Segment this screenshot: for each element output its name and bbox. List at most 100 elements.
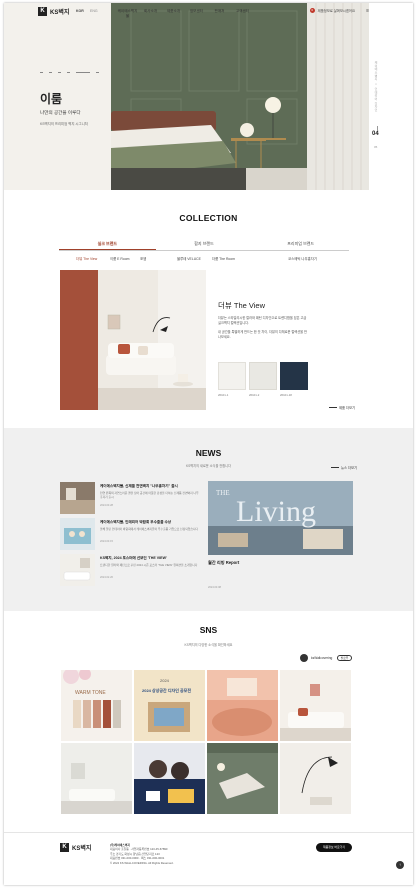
logo-mark-icon: K bbox=[38, 7, 47, 16]
swatch-3[interactable] bbox=[280, 362, 308, 390]
site-logo[interactable]: K KS벽지 bbox=[38, 7, 69, 16]
collection-desc-2: 내 공간을 특별하게 만드는 한 끗 차이, 더뷰의 다채로운 컬렉션을 만나보… bbox=[218, 329, 307, 340]
sns-tile[interactable] bbox=[61, 743, 132, 814]
tile-warm-tone: WARM TONE bbox=[75, 690, 106, 696]
arrow-right-icon bbox=[329, 407, 337, 408]
nav-item-info[interactable]: 정보센터 bbox=[185, 9, 208, 19]
hero-subtitle: 나만의 공간을 이루다 bbox=[40, 110, 81, 115]
collection-desc-1: 더뷰는 스타일리시한 컬러와 패턴 디자인으로 트렌디함을 담은 고급 실크벽지… bbox=[218, 316, 307, 326]
footer-logo-mark-icon: K bbox=[60, 843, 69, 852]
follow-button[interactable]: 팔로우 bbox=[337, 655, 352, 661]
hero-page-total: 05 bbox=[374, 145, 378, 149]
news-item-date: 2024.03.15 bbox=[100, 540, 113, 543]
swatch-label-2: 26101-2 bbox=[249, 393, 260, 397]
hero-title: 이룸 bbox=[40, 92, 63, 106]
menu-icon[interactable]: ≡ bbox=[366, 8, 369, 14]
subtab-veluce[interactable]: 블루테 VELUCE bbox=[177, 256, 201, 261]
tab-hapji[interactable]: 합지 브랜드 bbox=[156, 239, 253, 250]
news-item-date: 2024.03.28 bbox=[100, 504, 113, 507]
news-item-title: 케이에스벽지몰, 인테리어 박람회 우수출품 수상 bbox=[100, 520, 172, 524]
swatch-2[interactable] bbox=[249, 362, 277, 390]
news-item[interactable]: 케이에스벽지몰, 인테리어 박람회 우수출품 수상 올해 열린 인테리어 박람회… bbox=[60, 518, 200, 552]
footer-company: (주)케이에스벽지 bbox=[110, 843, 130, 847]
nav-item-products[interactable]: 제품소개 bbox=[162, 9, 185, 19]
sns-tile[interactable] bbox=[280, 670, 351, 741]
news-item-date: 2024.02.26 bbox=[100, 576, 113, 579]
footer-line-4: © 2024 KS WALLCOVERING. All Rights Reser… bbox=[110, 860, 174, 865]
sns-tile[interactable]: 2024 2024 상상공간 디자인 공모전 bbox=[134, 670, 205, 741]
hero-side-label: 케이에스벽지 × 인테리어 디자인 bbox=[374, 61, 378, 112]
lang-eng[interactable]: ENG bbox=[90, 9, 98, 13]
sns-tile[interactable]: WARM TONE bbox=[61, 670, 132, 741]
hero-code: KS벽지의 프리미엄 벽지 시그니처 bbox=[40, 122, 88, 126]
collection-card-image[interactable] bbox=[98, 270, 206, 410]
tile-event-title: 2024 상상공간 디자인 공모전 bbox=[142, 687, 191, 693]
news-item[interactable]: 케이에스벽지몰, 신제품 전면벽지 "나무홍자기" 출시 천연 원목의 자연스러… bbox=[60, 482, 200, 516]
hero-progress bbox=[40, 72, 99, 73]
lang-kor[interactable]: KOR bbox=[76, 9, 84, 13]
news-feature-title[interactable]: 월간 리빙 Report bbox=[208, 560, 239, 566]
main-nav: 케이에스벽지몰 회사소개 제품소개 정보센터 판매처 고객센터 bbox=[116, 9, 254, 19]
scroll-top-icon[interactable]: ↑ bbox=[396, 861, 404, 869]
sns-tile[interactable] bbox=[280, 743, 351, 814]
tab-premium[interactable]: 프리미엄 브랜드 bbox=[252, 239, 349, 250]
collection-tabs: 실크 브랜드 합지 브랜드 프리미엄 브랜드 bbox=[59, 239, 349, 251]
nav-item-mall[interactable]: 케이에스벽지몰 bbox=[116, 9, 139, 19]
feature-word: Living bbox=[236, 495, 316, 528]
news-title: NEWS bbox=[195, 448, 222, 458]
footer-info: (주)케이에스벽지 대표이사 홍길동 · 사업자등록번호 123-45-6789… bbox=[110, 843, 300, 865]
news-feature-image[interactable]: THE Living bbox=[208, 481, 353, 555]
cart-label: 제품정보로 살펴보시겠어요 bbox=[317, 9, 355, 13]
collection-more-link[interactable]: 제품 더보기 bbox=[329, 405, 355, 410]
news-item-title: KS벽지, 2024 포스터에 선보인 'THE VIEW' bbox=[100, 556, 167, 560]
subtab-the-room[interactable]: 더룸 The Room bbox=[212, 256, 235, 261]
instagram-handle: ksWallcovering bbox=[311, 656, 333, 660]
page-frame: K KS벽지 KOR ENG 케이에스벽지몰 회사소개 제품소개 정보센터 판매… bbox=[4, 3, 413, 885]
subtab-poem[interactable]: 포엠 bbox=[140, 256, 146, 261]
sns-tile[interactable] bbox=[134, 743, 205, 814]
collection-swatches bbox=[218, 362, 308, 390]
subtab-the-view[interactable]: 더뷰 The View bbox=[76, 256, 97, 261]
news-thumb bbox=[60, 554, 95, 586]
footer-divider bbox=[4, 832, 413, 833]
news-item-title: 케이에스벽지몰, 신제품 전면벽지 "나무홍자기" 출시 bbox=[100, 484, 178, 488]
news-thumb bbox=[60, 482, 95, 514]
swatch-label-1: 26101-1 bbox=[218, 393, 229, 397]
feature-word-small: THE bbox=[216, 489, 230, 497]
news-more-link[interactable]: 뉴스 더보기 bbox=[331, 465, 357, 470]
nav-item-support[interactable]: 고객센터 bbox=[231, 9, 254, 19]
sns-title: SNS bbox=[199, 625, 218, 635]
sns-tile[interactable] bbox=[207, 670, 278, 741]
nav-item-company[interactable]: 회사소개 bbox=[139, 9, 162, 19]
instagram-profile[interactable]: ksWallcovering bbox=[300, 654, 332, 662]
sns-subtitle: KS벽지의 다양한 소식을 확인하세요 bbox=[184, 643, 233, 647]
collection-card-accent bbox=[60, 270, 98, 410]
swatch-1[interactable] bbox=[218, 362, 246, 390]
subtab-e-room[interactable]: 이룸 E Room bbox=[110, 256, 129, 261]
tile-event-year: 2024 bbox=[160, 678, 170, 683]
sns-grid: WARM TONE 2024 2024 상상공간 디자인 공모전 bbox=[61, 670, 353, 815]
news-thumb bbox=[60, 518, 95, 550]
nav-item-stores[interactable]: 판매처 bbox=[208, 9, 231, 19]
news-item-desc: 올해 열린 인테리어 박람회에서 케이에스벽지몰이 우수출품 기업으로 선정되었… bbox=[100, 527, 199, 531]
collection-title: COLLECTION bbox=[179, 213, 238, 223]
collection-card-desc: 더뷰는 스타일리시한 컬러와 패턴 디자인으로 트렌디함을 담은 고급 실크벽지… bbox=[218, 316, 308, 341]
collection-card-title: 더뷰 The View bbox=[218, 301, 266, 310]
collection-more-label: 제품 더보기 bbox=[339, 406, 356, 410]
instagram-avatar-icon bbox=[300, 654, 308, 662]
news-feature-date: 2024.03.08 bbox=[208, 586, 221, 589]
news-item-desc: 트렌디한 컬러와 패턴으로 꾸민 2024 시즌 포스터 'THE VIEW' … bbox=[100, 563, 198, 567]
hero-image bbox=[111, 3, 369, 190]
pager-line bbox=[377, 126, 378, 130]
site-header: K KS벽지 KOR ENG 케이에스벽지몰 회사소개 제품소개 정보센터 판매… bbox=[4, 3, 413, 21]
news-item-desc: 천연 원목의 자연스러운 결을 담아 공간에 따뜻한 감성을 더하는 신제품 전… bbox=[100, 491, 199, 499]
header-cart[interactable]: 0 제품정보로 살펴보시겠어요 bbox=[309, 8, 355, 13]
footer-logo-text: KS벽지 bbox=[72, 846, 92, 852]
news-item[interactable]: KS벽지, 2024 포스터에 선보인 'THE VIEW' 트렌디한 컬러와 … bbox=[60, 554, 200, 588]
footer-logo[interactable]: K KS벽지 bbox=[60, 843, 91, 852]
footer-product-button[interactable]: 제품정보 바로가기 bbox=[316, 843, 352, 852]
subtab-cosmetic[interactable]: 코스메틱 나무홍자기 bbox=[288, 256, 317, 261]
sns-tile[interactable] bbox=[207, 743, 278, 814]
tab-silk[interactable]: 실크 브랜드 bbox=[59, 239, 156, 250]
arrow-right-icon bbox=[331, 467, 339, 468]
